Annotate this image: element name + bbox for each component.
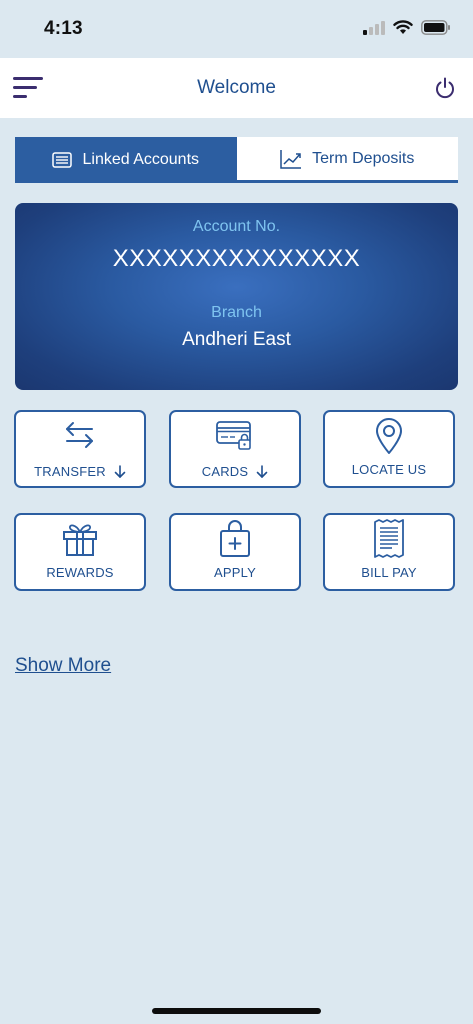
branch-label: Branch <box>211 304 262 321</box>
list-icon <box>52 152 73 168</box>
apply-button[interactable]: APPLY <box>169 513 301 591</box>
map-pin-icon <box>376 418 402 454</box>
account-number: XXXXXXXXXXXXXXX <box>112 245 361 272</box>
transfer-button[interactable]: TRANSFER <box>14 410 146 488</box>
branch-name: Andheri East <box>182 329 291 350</box>
transfer-arrows-icon <box>66 422 93 448</box>
rewards-button[interactable]: REWARDS <box>14 513 146 591</box>
arrow-down-icon[interactable] <box>114 464 126 479</box>
status-icons <box>363 20 451 35</box>
shopping-bag-plus-icon <box>220 520 250 557</box>
cards-button[interactable]: CARDS <box>169 410 301 488</box>
trend-chart-icon <box>280 149 302 169</box>
account-card[interactable]: Account No. XXXXXXXXXXXXXXX Branch Andhe… <box>15 203 458 390</box>
transfer-label: TRANSFER <box>34 464 106 479</box>
show-more-link[interactable]: Show More <box>15 655 111 677</box>
power-icon[interactable] <box>433 76 457 100</box>
apply-label: APPLY <box>214 565 256 580</box>
tab-label: Linked Accounts <box>82 151 200 168</box>
home-indicator[interactable] <box>152 1008 321 1014</box>
credit-card-icon <box>216 421 251 450</box>
account-number-label: Account No. <box>192 218 281 235</box>
tab-linked-accounts[interactable]: Linked Accounts <box>15 137 237 183</box>
app-header: Welcome <box>0 58 473 118</box>
battery-icon <box>421 20 450 35</box>
bill-pay-label: BILL PAY <box>361 565 417 580</box>
page-title: Welcome <box>197 77 276 98</box>
status-bar: 4:13 <box>0 0 473 58</box>
rewards-label: REWARDS <box>46 565 114 580</box>
cellular-signal-icon <box>363 20 385 35</box>
tab-term-deposits[interactable]: Term Deposits <box>236 137 458 183</box>
locate-us-button[interactable]: LOCATE US <box>323 410 455 488</box>
cards-label: CARDS <box>201 464 249 479</box>
account-tabs: Linked Accounts Term Deposits <box>15 137 458 183</box>
status-time: 4:13 <box>44 18 83 39</box>
receipt-icon <box>374 519 404 558</box>
locate-us-label: LOCATE US <box>351 462 427 477</box>
gift-icon <box>63 524 97 556</box>
tab-label: Term Deposits <box>312 149 415 167</box>
arrow-down-icon[interactable] <box>256 464 268 479</box>
wifi-icon <box>393 20 413 34</box>
bill-pay-button[interactable]: BILL PAY <box>323 513 455 591</box>
